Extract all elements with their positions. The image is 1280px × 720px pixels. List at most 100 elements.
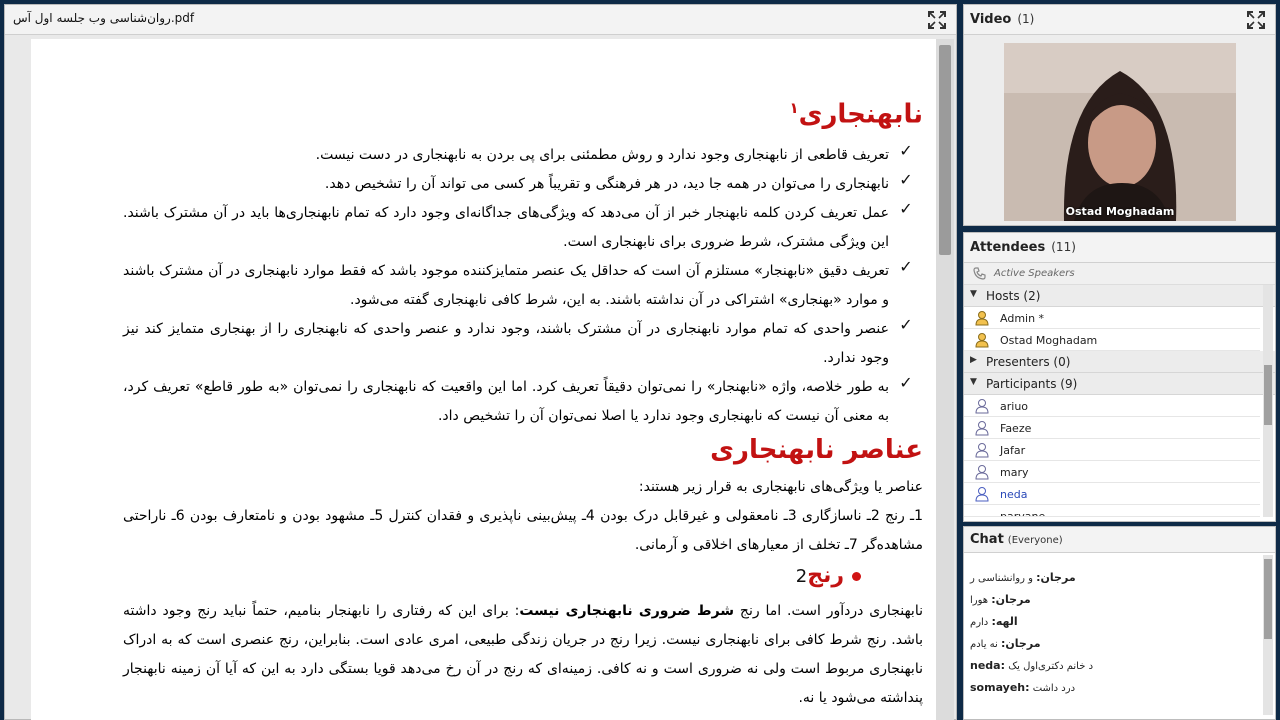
attendee-name: Jafar bbox=[1000, 444, 1026, 457]
heading-pain-text: رنج bbox=[807, 563, 844, 588]
elements-intro: عناصر یا ویژگی‌های نابهنجاری به قرار زیر… bbox=[638, 479, 923, 495]
collapsed-triangle-icon: ▶ bbox=[970, 355, 977, 365]
video-count: (1) bbox=[1017, 12, 1035, 26]
checkmark-icon: ✓ bbox=[899, 170, 913, 189]
attendee-row[interactable]: Jafar bbox=[964, 439, 1260, 461]
bullet-text: به طور خلاصه، واژه «نابهنجار» را نمی‌توا… bbox=[123, 379, 889, 424]
chat-scrollbar[interactable] bbox=[1263, 555, 1273, 715]
chat-title-text: Chat bbox=[970, 532, 1004, 547]
heading-abnormality: نابهنجاری۱ bbox=[789, 99, 923, 130]
chat-sender: الهه: bbox=[991, 615, 1018, 628]
checkmark-icon: ✓ bbox=[899, 315, 913, 334]
bullet-text: تعریف قاطعی از نابهنجاری وجود ندارد و رو… bbox=[315, 147, 889, 163]
chat-pod-header: Chat (Everyone) bbox=[964, 527, 1275, 553]
video-title-text: Video bbox=[970, 12, 1012, 27]
checkmark-icon: ✓ bbox=[899, 199, 913, 218]
bullet-item: ✓ نابهنجاری را می‌توان در همه جا دید، در… bbox=[123, 170, 923, 199]
attendees-pod-header: Attendees (11) bbox=[964, 233, 1275, 263]
attendees-title-text: Attendees bbox=[970, 240, 1046, 255]
attendee-name: ariuo bbox=[1000, 400, 1029, 413]
chat-sender: neda: bbox=[970, 659, 1005, 672]
chat-text: د خانم دکتری‌اول یک bbox=[1008, 661, 1094, 672]
user-icon bbox=[975, 465, 989, 480]
active-speakers-row[interactable]: Active Speakers bbox=[964, 263, 1275, 285]
chat-text: نه یادم bbox=[970, 639, 998, 650]
heading-pain-number: 2 bbox=[795, 566, 808, 587]
user-icon bbox=[975, 443, 989, 458]
chat-scope[interactable]: (Everyone) bbox=[1008, 535, 1063, 546]
video-pod-header: Video (1) bbox=[964, 5, 1275, 35]
attendees-pod-title: Attendees (11) bbox=[970, 240, 1076, 255]
chat-text: دارم bbox=[970, 617, 989, 628]
attendee-name: parvane bbox=[1000, 510, 1046, 517]
group-presenters[interactable]: ▶ Presenters (0) bbox=[964, 351, 1275, 373]
pdf-filename: روان‌شناسی وب جلسه اول آس.pdf bbox=[13, 11, 195, 25]
attendees-scrollbar-thumb[interactable] bbox=[1264, 365, 1272, 425]
fullscreen-icon[interactable] bbox=[1247, 11, 1265, 29]
chat-sender: مرجان: bbox=[1036, 571, 1076, 584]
bullet-item: ✓ تعریف دقیق «نابهنجار» مستلزم آن است که… bbox=[123, 257, 923, 315]
attendee-name: mary bbox=[1000, 466, 1029, 479]
checkmark-icon: ✓ bbox=[899, 257, 913, 276]
expanded-triangle-icon: ▼ bbox=[970, 377, 977, 387]
chat-message: مرجان: و روانشناسی ر bbox=[970, 571, 1076, 584]
chat-scrollbar-thumb[interactable] bbox=[1264, 559, 1272, 639]
attendee-name: neda bbox=[1000, 488, 1028, 501]
bullet-text: نابهنجاری را می‌توان در همه جا دید، در ه… bbox=[324, 176, 889, 192]
attendee-row[interactable]: Ostad Moghadam bbox=[964, 329, 1260, 351]
chat-message: الهه: دارم bbox=[970, 615, 1018, 628]
pdf-pod: روان‌شناسی وب جلسه اول آس.pdf نابهنجاری۱… bbox=[4, 4, 957, 720]
pain-para-start: نابهنجاری دردآور است. اما رنج bbox=[734, 603, 923, 619]
speaker-phone-icon bbox=[973, 267, 986, 280]
host-user-icon bbox=[975, 333, 989, 348]
attendee-row[interactable]: mary bbox=[964, 461, 1260, 483]
bullet-dot-icon bbox=[852, 571, 861, 581]
heading-abnormality-text: نابهنجاری bbox=[798, 99, 923, 130]
bullet-item: ✓ عنصر واحدی که تمام موارد نابهنجاری در … bbox=[123, 315, 923, 373]
chat-message: مرجان: نه یادم bbox=[970, 637, 1041, 650]
webcam-video[interactable]: Ostad Moghadam bbox=[1004, 43, 1236, 221]
bullet-text: عنصر واحدی که تمام موارد نابهنجاری در آن… bbox=[123, 321, 889, 366]
chat-message: مرجان: هورا bbox=[970, 593, 1031, 606]
group-participants-label: Participants (9) bbox=[986, 377, 1078, 391]
attendee-row[interactable]: neda bbox=[964, 483, 1260, 505]
chat-text: هورا bbox=[970, 595, 989, 606]
group-hosts[interactable]: ▼ Hosts (2) bbox=[964, 285, 1275, 307]
active-speakers-label: Active Speakers bbox=[994, 268, 1075, 279]
attendees-scrollbar[interactable] bbox=[1263, 285, 1273, 517]
pdf-scrollbar[interactable] bbox=[936, 39, 954, 720]
bullet-item: ✓ عمل تعریف کردن کلمه نابهنجار خبر از آن… bbox=[123, 199, 923, 257]
host-user-icon bbox=[975, 311, 989, 326]
heading-elements: عناصر نابهنجاری bbox=[710, 435, 923, 465]
pdf-page[interactable]: نابهنجاری۱ ✓ تعریف قاطعی از نابهنجاری وج… bbox=[31, 39, 937, 720]
chat-message: neda: د خانم دکتری‌اول یک bbox=[970, 659, 1093, 672]
chat-sender: مرجان: bbox=[991, 593, 1031, 606]
attendees-count: (11) bbox=[1051, 240, 1076, 254]
attendee-name: Admin * bbox=[1000, 312, 1045, 325]
group-participants[interactable]: ▼ Participants (9) bbox=[964, 373, 1275, 395]
attendees-pod: Attendees (11) Active Speakers ▼ Hosts (2… bbox=[963, 232, 1276, 522]
chat-pod-title: Chat (Everyone) bbox=[970, 532, 1063, 547]
attendee-row[interactable]: ariuo bbox=[964, 395, 1260, 417]
speaker-silhouette-icon bbox=[1004, 43, 1236, 221]
attendee-name: Ostad Moghadam bbox=[1000, 334, 1098, 347]
bullet-item: ✓ به طور خلاصه، واژه «نابهنجار» را نمی‌ت… bbox=[123, 373, 923, 431]
bullet-item: ✓ تعریف قاطعی از نابهنجاری وجود ندارد و … bbox=[123, 141, 923, 170]
checkmark-icon: ✓ bbox=[899, 141, 913, 160]
chat-pod: Chat (Everyone) مرجان: و روانشناسی ر مرجا… bbox=[963, 526, 1276, 720]
user-icon bbox=[975, 399, 989, 414]
group-presenters-label: Presenters (0) bbox=[986, 355, 1071, 369]
group-hosts-label: Hosts (2) bbox=[986, 289, 1041, 303]
fullscreen-icon[interactable] bbox=[928, 11, 946, 29]
speaker-name: Ostad Moghadam bbox=[1065, 205, 1175, 218]
pdf-scrollbar-thumb[interactable] bbox=[939, 45, 951, 255]
elements-list: 1ـ رنج 2ـ ناسازگاری 3ـ نامعقولی و غیرقاب… bbox=[123, 508, 923, 553]
pdf-pod-header: روان‌شناسی وب جلسه اول آس.pdf bbox=[5, 5, 956, 35]
chat-text: درد داشت bbox=[1032, 683, 1076, 694]
bullet-text: عمل تعریف کردن کلمه نابهنجار خبر از آن م… bbox=[123, 205, 889, 250]
attendee-row[interactable]: Admin * bbox=[964, 307, 1260, 329]
user-icon bbox=[975, 421, 989, 436]
attendee-row[interactable]: parvane bbox=[964, 505, 1260, 517]
attendee-row[interactable]: Faeze bbox=[964, 417, 1260, 439]
bullet-text: تعریف دقیق «نابهنجار» مستلزم آن است که ح… bbox=[123, 263, 889, 308]
